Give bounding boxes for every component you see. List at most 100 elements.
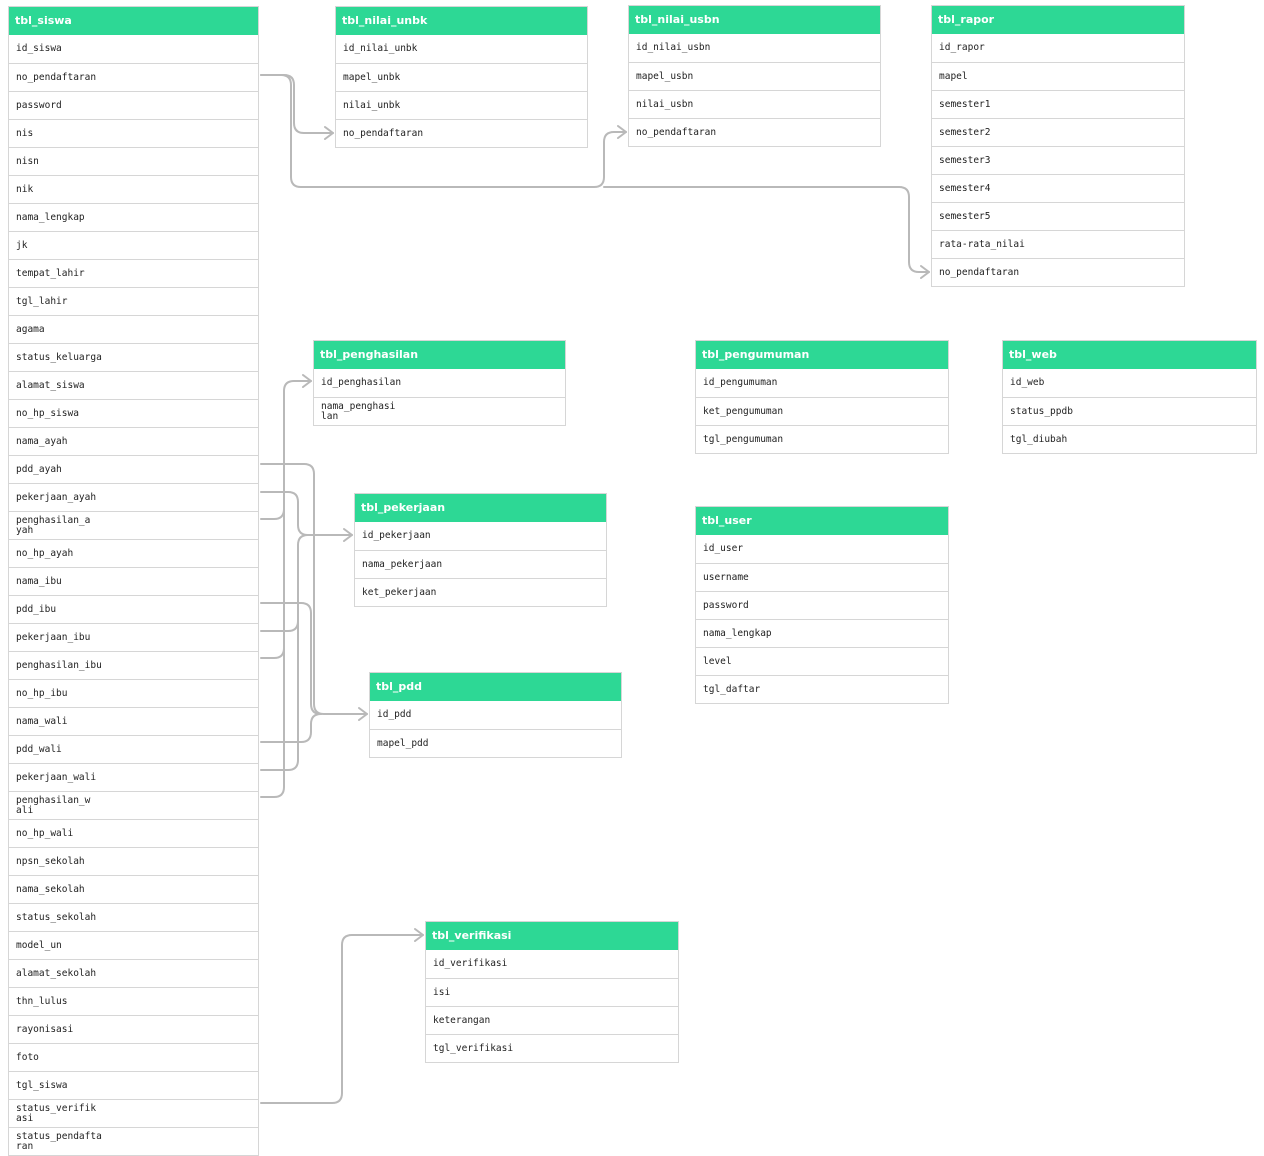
field-row[interactable]: username (696, 563, 948, 591)
field-row[interactable]: nama_sekolah (9, 875, 258, 903)
field-row[interactable]: penghasilan_w ali (9, 791, 258, 819)
field-row[interactable]: penghasilan_ibu (9, 651, 258, 679)
field-row[interactable]: no_hp_wali (9, 819, 258, 847)
field-row[interactable]: model_un (9, 931, 258, 959)
field-row[interactable]: status_verifik asi (9, 1099, 258, 1127)
field-name: id_web (1010, 377, 1045, 388)
field-row[interactable]: pdd_ayah (9, 455, 258, 483)
field-row[interactable]: thn_lulus (9, 987, 258, 1015)
field-row[interactable]: status_sekolah (9, 903, 258, 931)
field-row[interactable]: nisn (9, 147, 258, 175)
field-row[interactable]: nama_pekerjaan (355, 550, 606, 578)
field-row[interactable]: semester5 (932, 202, 1184, 230)
field-row[interactable]: no_hp_ayah (9, 539, 258, 567)
field-row[interactable]: id_rapor (932, 34, 1184, 62)
field-row[interactable]: mapel (932, 62, 1184, 90)
table-tbl-nilai-unbk[interactable]: tbl_nilai_unbk id_nilai_unbk mapel_unbk ni… (335, 6, 588, 148)
field-row[interactable]: semester3 (932, 146, 1184, 174)
field-name: tgl_verifikasi (433, 1042, 514, 1054)
field-row[interactable]: jk (9, 231, 258, 259)
table-tbl-user[interactable]: tbl_user id_user username password nama_len… (695, 506, 949, 704)
table-tbl-penghasilan[interactable]: tbl_penghasilan id_penghasilan nama_pengh… (313, 340, 566, 426)
field-row[interactable]: id_pdd (370, 701, 621, 729)
field-row[interactable]: nama_ibu (9, 567, 258, 595)
field-row[interactable]: alamat_sekolah (9, 959, 258, 987)
field-row[interactable]: semester2 (932, 118, 1184, 146)
field-row[interactable]: nik (9, 175, 258, 203)
field-row[interactable]: status_keluarga (9, 343, 258, 371)
field-row[interactable]: no_pendaftaran (336, 119, 587, 147)
field-row[interactable]: tgl_daftar (696, 675, 948, 703)
field-row[interactable]: no_pendaftaran (629, 118, 880, 146)
field-row[interactable]: nilai_usbn (629, 90, 880, 118)
field-row[interactable]: penghasilan_a yah (9, 511, 258, 539)
table-tbl-verifikasi[interactable]: tbl_verifikasi id_verifikasi isi keteranga… (425, 921, 679, 1063)
field-row[interactable]: tgl_lahir (9, 287, 258, 315)
table-tbl-siswa[interactable]: tbl_siswa id_siswa no_pendaftaran password… (8, 6, 259, 1156)
field-row[interactable]: no_hp_siswa (9, 399, 258, 427)
table-tbl-nilai-usbn[interactable]: tbl_nilai_usbn id_nilai_usbn mapel_usbn ni… (628, 5, 881, 147)
field-row[interactable]: id_penghasilan (314, 369, 565, 397)
field-row[interactable]: no_pendaftaran (9, 63, 258, 91)
field-row[interactable]: password (9, 91, 258, 119)
field-row[interactable]: nis (9, 119, 258, 147)
field-row[interactable]: no_pendaftaran (932, 258, 1184, 286)
field-row[interactable]: no_hp_ibu (9, 679, 258, 707)
field-row[interactable]: npsn_sekolah (9, 847, 258, 875)
field-row[interactable]: semester1 (932, 90, 1184, 118)
table-header: tbl_penghasilan (314, 341, 565, 369)
field-name: id_user (703, 543, 744, 554)
field-row[interactable]: id_user (696, 535, 948, 563)
field-row[interactable]: mapel_pdd (370, 729, 621, 757)
field-row[interactable]: semester4 (932, 174, 1184, 202)
field-row[interactable]: tgl_pengumuman (696, 425, 948, 453)
field-row[interactable]: mapel_unbk (336, 63, 587, 91)
field-row[interactable]: tgl_diubah (1003, 425, 1256, 453)
field-row[interactable]: id_nilai_unbk (336, 35, 587, 63)
table-tbl-web[interactable]: tbl_web id_web status_ppdb tgl_diubah (1002, 340, 1257, 454)
field-row[interactable]: id_web (1003, 369, 1256, 397)
field-row[interactable]: tgl_siswa (9, 1071, 258, 1099)
field-name: nama_lengkap (703, 627, 772, 639)
field-row[interactable]: agama (9, 315, 258, 343)
link-penghasilan-ibu (260, 647, 285, 659)
field-row[interactable]: password (696, 591, 948, 619)
table-header: tbl_verifikasi (426, 922, 678, 950)
field-row[interactable]: nama_ayah (9, 427, 258, 455)
field-row[interactable]: nama_lengkap (696, 619, 948, 647)
field-row[interactable]: tempat_lahir (9, 259, 258, 287)
field-row[interactable]: tgl_verifikasi (426, 1034, 678, 1062)
field-row[interactable]: id_verifikasi (426, 950, 678, 978)
field-row[interactable]: pekerjaan_ayah (9, 483, 258, 511)
field-row[interactable]: pekerjaan_ibu (9, 623, 258, 651)
field-row[interactable]: nama_lengkap (9, 203, 258, 231)
field-row[interactable]: foto (9, 1043, 258, 1071)
field-row[interactable]: keterangan (426, 1006, 678, 1034)
field-row[interactable]: id_pekerjaan (355, 522, 606, 550)
field-row[interactable]: nilai_unbk (336, 91, 587, 119)
field-row[interactable]: alamat_siswa (9, 371, 258, 399)
field-row[interactable]: id_pengumuman (696, 369, 948, 397)
field-row[interactable]: pdd_ibu (9, 595, 258, 623)
field-row[interactable]: ket_pengumuman (696, 397, 948, 425)
table-tbl-pekerjaan[interactable]: tbl_pekerjaan id_pekerjaan nama_pekerjaan… (354, 493, 607, 607)
field-row[interactable]: isi (426, 978, 678, 1006)
table-tbl-rapor[interactable]: tbl_rapor id_rapor mapel semester1 semester… (931, 5, 1185, 287)
field-row[interactable]: nama_penghasi lan (314, 397, 565, 425)
field-row[interactable]: status_pendafta ran (9, 1127, 258, 1155)
field-row[interactable]: status_ppdb (1003, 397, 1256, 425)
field-name: semester2 (939, 126, 991, 138)
table-tbl-pengumuman[interactable]: tbl_pengumuman id_pengumuman ket_pengumum… (695, 340, 949, 454)
field-name: semester4 (939, 182, 991, 194)
field-row[interactable]: id_nilai_usbn (629, 34, 880, 62)
field-row[interactable]: pekerjaan_wali (9, 763, 258, 791)
field-row[interactable]: rayonisasi (9, 1015, 258, 1043)
field-row[interactable]: rata-rata_nilai (932, 230, 1184, 258)
field-row[interactable]: ket_pekerjaan (355, 578, 606, 606)
field-row[interactable]: level (696, 647, 948, 675)
field-row[interactable]: nama_wali (9, 707, 258, 735)
table-tbl-pdd[interactable]: tbl_pdd id_pdd mapel_pdd (369, 672, 622, 758)
field-row[interactable]: mapel_usbn (629, 62, 880, 90)
field-row[interactable]: pdd_wali (9, 735, 258, 763)
field-row[interactable]: id_siswa (9, 35, 258, 63)
